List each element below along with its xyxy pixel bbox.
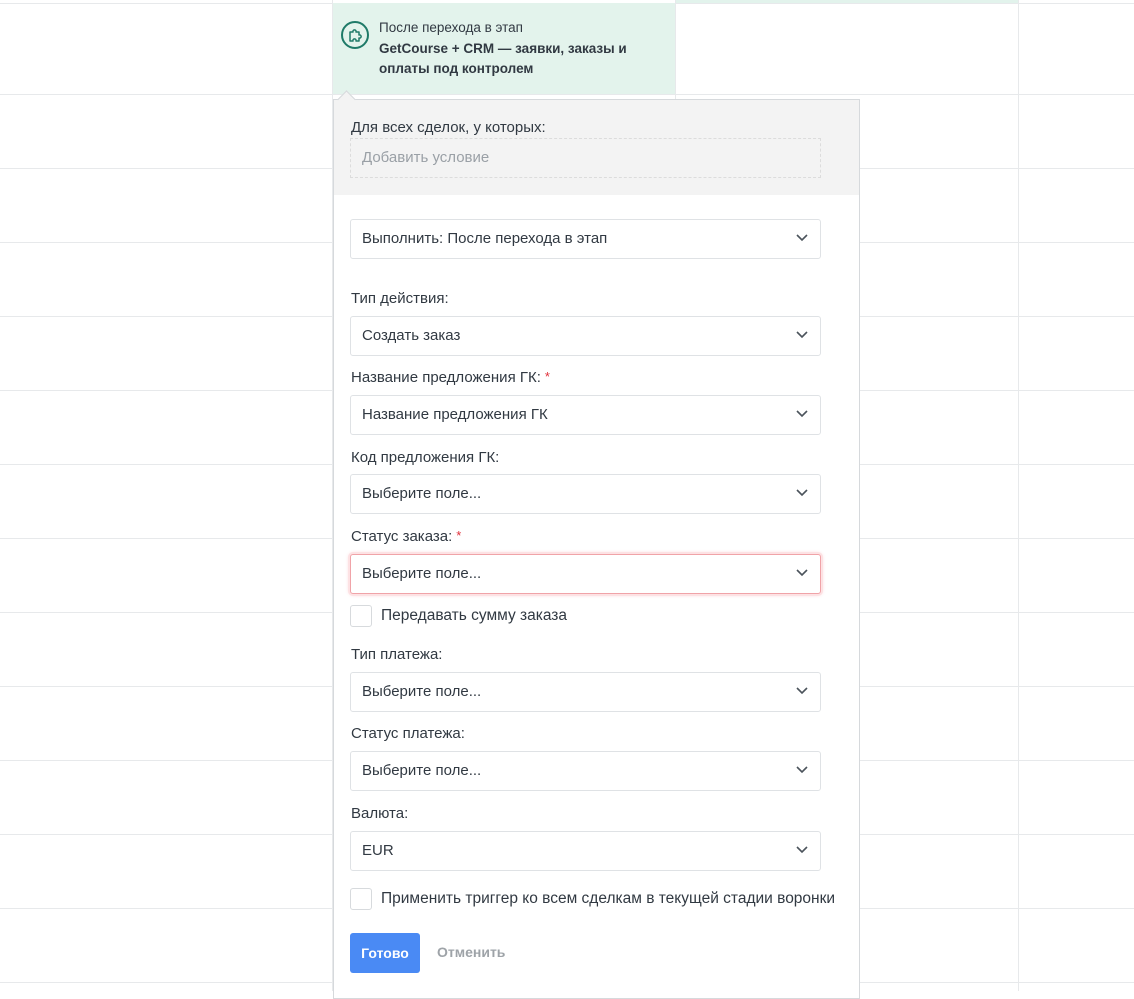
pass-amount-label: Передавать сумму заказа bbox=[381, 607, 568, 624]
chevron-down-icon bbox=[796, 331, 808, 339]
payment-type-select[interactable]: Выберите поле... bbox=[350, 672, 821, 712]
add-condition-field[interactable]: Добавить условие bbox=[350, 138, 821, 178]
offer-code-select[interactable]: Выберите поле... bbox=[350, 474, 821, 514]
chevron-down-icon bbox=[796, 687, 808, 695]
apply-all-label: Применить триггер ко всем сделкам в теку… bbox=[381, 890, 836, 907]
chevron-down-icon bbox=[796, 234, 808, 242]
chevron-down-icon bbox=[796, 410, 808, 418]
execute-select-value: Выполнить: После перехода в этап bbox=[362, 230, 608, 247]
conditions-section: Для всех сделок, у которых: Добавить усл… bbox=[334, 100, 859, 195]
cancel-button[interactable]: Отменить bbox=[437, 944, 505, 960]
chevron-down-icon bbox=[796, 766, 808, 774]
required-mark: * bbox=[456, 528, 462, 543]
payment-type-value: Выберите поле... bbox=[362, 683, 482, 700]
offer-code-value: Выберите поле... bbox=[362, 485, 482, 502]
payment-status-label: Статус платежа: bbox=[351, 725, 465, 742]
pass-amount-checkbox[interactable] bbox=[350, 605, 372, 627]
offer-name-label: Название предложения ГК: * bbox=[351, 369, 550, 386]
puzzle-icon bbox=[341, 21, 369, 49]
offer-name-value: Название предложения ГК bbox=[362, 406, 548, 423]
action-type-value: Создать заказ bbox=[362, 327, 461, 344]
chevron-down-icon bbox=[796, 489, 808, 497]
order-status-value: Выберите поле... bbox=[362, 565, 482, 582]
payment-status-select[interactable]: Выберите поле... bbox=[350, 751, 821, 791]
offer-code-label: Код предложения ГК: bbox=[351, 449, 500, 466]
chevron-down-icon bbox=[796, 846, 808, 854]
payment-type-label: Тип платежа: bbox=[351, 646, 443, 663]
trigger-title: GetCourse + CRM — заявки, заказы и оплат… bbox=[379, 41, 627, 76]
done-button[interactable]: Готово bbox=[350, 933, 420, 973]
currency-select[interactable]: EUR bbox=[350, 831, 821, 871]
chevron-down-icon bbox=[796, 569, 808, 577]
order-status-label-text: Статус заказа: bbox=[351, 528, 453, 545]
action-type-select[interactable]: Создать заказ bbox=[350, 316, 821, 356]
currency-label: Валюта: bbox=[351, 805, 409, 822]
currency-value: EUR bbox=[362, 842, 394, 859]
apply-all-checkbox[interactable] bbox=[350, 888, 372, 910]
execute-select[interactable]: Выполнить: После перехода в этап bbox=[350, 219, 821, 259]
order-status-select[interactable]: Выберите поле... bbox=[350, 554, 821, 594]
order-status-label: Статус заказа: * bbox=[351, 528, 461, 545]
trigger-card[interactable]: После перехода в этап GetCourse + CRM — … bbox=[333, 3, 675, 94]
required-mark: * bbox=[544, 369, 550, 384]
conditions-label: Для всех сделок, у которых: bbox=[351, 119, 546, 136]
offer-name-select[interactable]: Название предложения ГК bbox=[350, 395, 821, 435]
payment-status-value: Выберите поле... bbox=[362, 762, 482, 779]
trigger-subtitle: После перехода в этап bbox=[379, 20, 523, 35]
trigger-settings-panel: Для всех сделок, у которых: Добавить усл… bbox=[333, 99, 860, 999]
offer-name-label-text: Название предложения ГК: bbox=[351, 369, 541, 386]
action-type-label: Тип действия: bbox=[351, 290, 449, 307]
